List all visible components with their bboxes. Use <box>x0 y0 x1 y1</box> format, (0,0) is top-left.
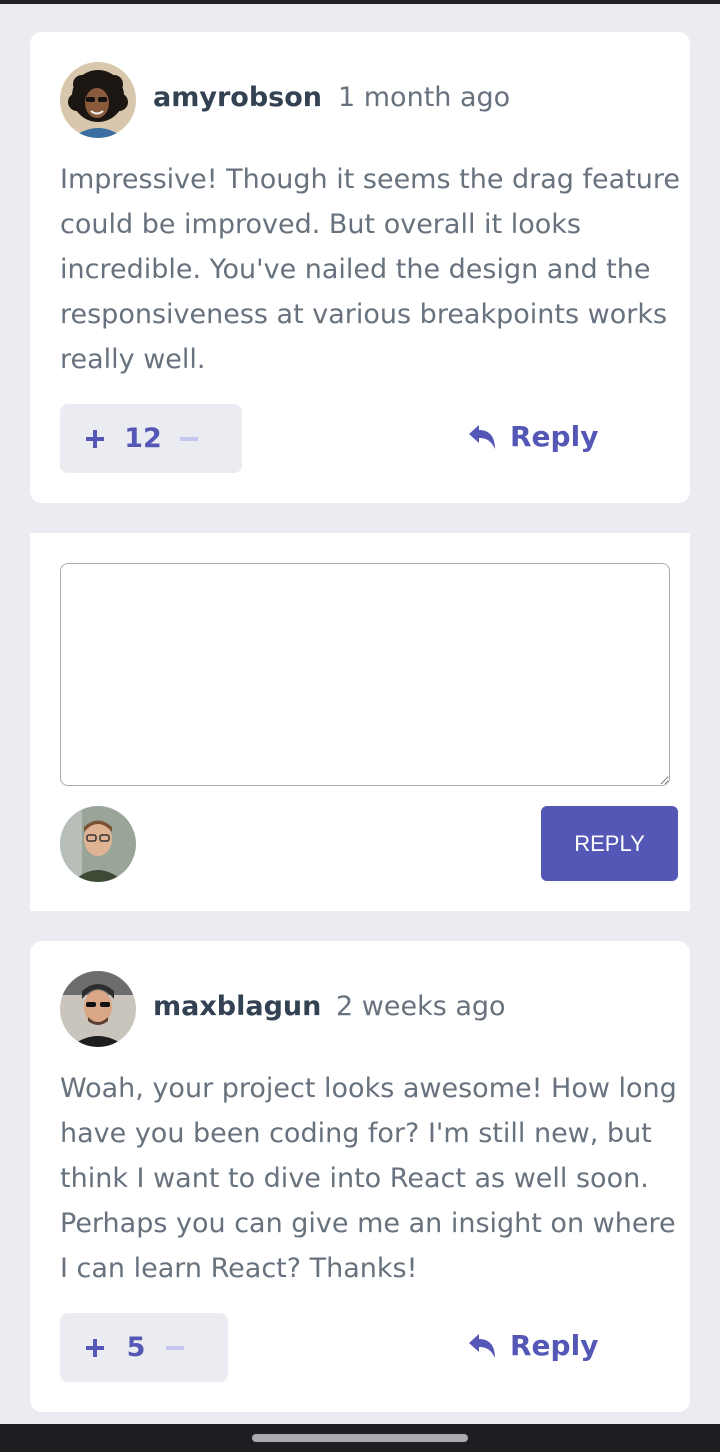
vote-score: 12 <box>124 423 162 454</box>
plus-icon <box>86 1338 104 1357</box>
current-user-avatar[interactable] <box>60 806 136 882</box>
reply-label: Reply <box>510 1329 599 1362</box>
reply-arrow-icon <box>469 424 495 449</box>
reply-button[interactable]: Reply <box>468 1329 598 1362</box>
navigation-bar <box>0 1424 720 1452</box>
comment-card: maxblagun 2 weeks ago Woah, your project… <box>30 941 690 1412</box>
home-indicator[interactable] <box>252 1434 468 1442</box>
reply-button[interactable]: Reply <box>468 420 598 453</box>
comment-timestamp: 2 weeks ago <box>336 991 506 1022</box>
comment-username[interactable]: maxblagun <box>153 991 321 1022</box>
downvote-button[interactable] <box>161 1334 189 1362</box>
status-bar-edge <box>0 0 720 4</box>
vote-score: 5 <box>126 1332 146 1363</box>
plus-icon <box>86 429 104 448</box>
reply-label: Reply <box>510 420 599 453</box>
comment-timestamp: 1 month ago <box>338 82 511 113</box>
comment-body: Impressive! Though it seems the drag fea… <box>60 164 681 375</box>
vote-control: 12 <box>60 404 242 473</box>
minus-icon <box>166 1345 184 1350</box>
avatar-maxblagun[interactable] <box>60 971 136 1047</box>
vote-control: 5 <box>60 1313 228 1382</box>
comment-body: Woah, your project looks awesome! How lo… <box>60 1073 677 1284</box>
comment-card: amyrobson 1 month ago Impressive! Though… <box>30 32 690 503</box>
reply-textarea[interactable] <box>60 563 670 786</box>
minus-icon <box>180 436 198 441</box>
avatar-amyrobson[interactable] <box>60 62 136 138</box>
submit-reply-button[interactable]: REPLY <box>541 806 678 881</box>
reply-form: REPLY <box>30 533 690 911</box>
reply-arrow-icon <box>469 1333 495 1358</box>
upvote-button[interactable] <box>81 1334 109 1362</box>
upvote-button[interactable] <box>81 425 109 453</box>
comment-username[interactable]: amyrobson <box>153 82 322 113</box>
downvote-button[interactable] <box>175 425 203 453</box>
